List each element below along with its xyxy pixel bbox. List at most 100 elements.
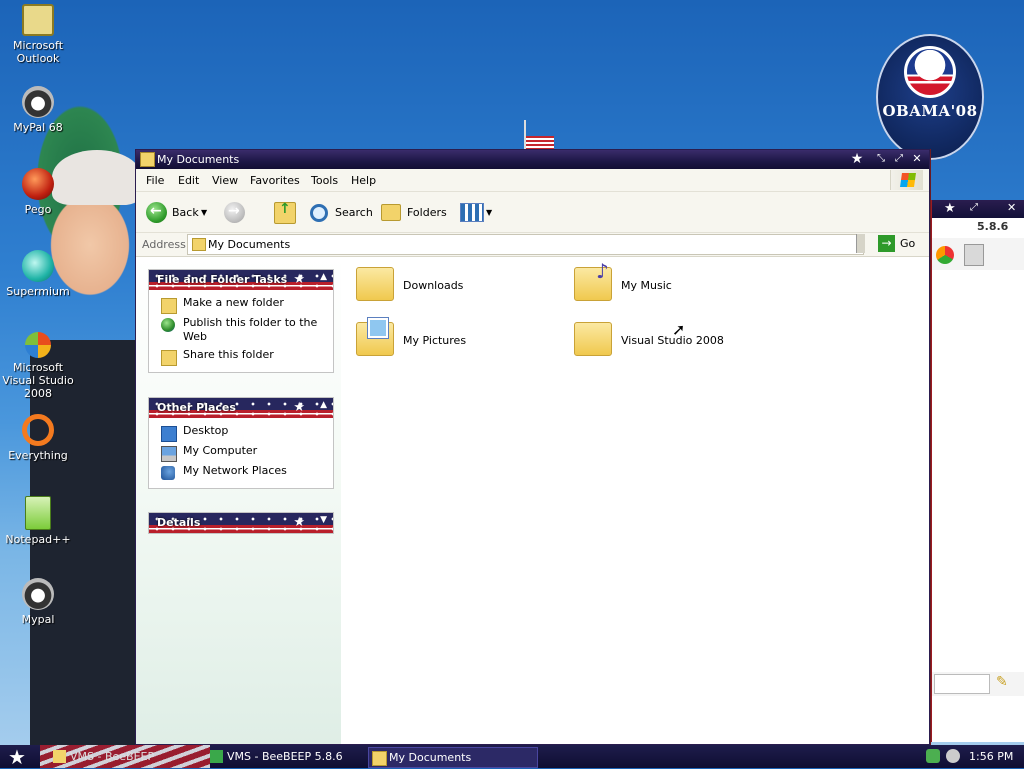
address-label: Address	[142, 238, 186, 251]
desktop-icon-visual-studio[interactable]: Microsoft Visual Studio 2008	[0, 332, 76, 400]
menu-edit[interactable]: Edit	[178, 174, 199, 187]
back-button[interactable]: Back	[172, 201, 199, 225]
computer-icon	[161, 446, 177, 462]
globe-icon	[161, 318, 175, 332]
campaign-badge-text: OBAMA'08	[882, 102, 978, 120]
maximize-button[interactable]: ⤢	[891, 151, 907, 167]
task-label: VMS - BeeBEEP 5.8.6	[227, 750, 343, 763]
explorer-window[interactable]: My Documents ★ ⤡ ⤢ ✕ File Edit View Favo…	[135, 149, 930, 745]
star-icon: ★	[293, 272, 305, 287]
folder-icon	[574, 322, 612, 356]
desktop-icon-label: Supermium	[6, 285, 70, 298]
close-button[interactable]: ✕	[909, 151, 925, 167]
everything-icon	[22, 414, 54, 446]
place-network[interactable]: My Network Places	[149, 464, 333, 484]
desktop-icon-pego[interactable]: Pego	[0, 168, 76, 216]
desktop-icon-notepadpp[interactable]: Notepad++	[0, 496, 76, 546]
task-make-folder[interactable]: Make a new folder	[149, 296, 333, 316]
go-label: Go	[900, 237, 916, 250]
window-title: My Documents	[157, 153, 240, 166]
close-icon[interactable]: ✕	[1007, 201, 1016, 214]
views-dropdown-icon[interactable]: ▼	[486, 201, 492, 225]
broom-icon[interactable]: ✎	[996, 674, 1008, 690]
mouse-cursor-icon: ➚	[672, 320, 686, 339]
task-label: Make a new folder	[183, 296, 284, 309]
window-titlebar[interactable]: My Documents ★ ⤡ ⤢ ✕	[136, 150, 929, 169]
campaign-logo-icon	[904, 46, 956, 98]
desktop-icon-supermium[interactable]: Supermium	[0, 250, 76, 298]
restore-icon[interactable]: ⤢	[970, 202, 978, 213]
taskbar-task-beebeep[interactable]: VMS - BeeBEEP 5.8.6	[207, 747, 377, 766]
tray-network-icon[interactable]	[926, 749, 940, 763]
folder-item-my-pictures[interactable]: My Pictures	[354, 318, 524, 364]
up-folder-icon[interactable]: ↑	[274, 201, 296, 224]
collapse-icon[interactable]: ▲	[320, 400, 327, 410]
outlook-icon	[22, 4, 54, 36]
back-dropdown-icon[interactable]: ▼	[201, 201, 207, 225]
go-button[interactable]: → Go	[878, 235, 922, 253]
task-share-folder[interactable]: Share this folder	[149, 348, 333, 368]
address-dropdown-icon[interactable]	[856, 234, 865, 253]
star-icon[interactable]: ★	[849, 151, 865, 167]
place-my-computer[interactable]: My Computer	[149, 444, 333, 464]
minimize-button[interactable]: ⤡	[873, 151, 889, 167]
search-icon[interactable]	[310, 204, 328, 222]
task-label: Share this folder	[183, 348, 274, 361]
trash-icon[interactable]	[964, 244, 984, 266]
flower-icon[interactable]	[936, 246, 954, 264]
start-star-icon[interactable]: ★	[8, 745, 26, 769]
place-label: My Computer	[183, 444, 258, 457]
panel-title: File and Folder Tasks	[157, 273, 288, 286]
expand-icon[interactable]: ▼	[320, 515, 327, 525]
search-button[interactable]: Search	[335, 201, 373, 225]
raccoon-icon	[22, 86, 54, 118]
taskbar-task-my-documents[interactable]: My Documents	[368, 747, 538, 768]
desktop-icon-label: MyPal 68	[13, 121, 63, 134]
forward-arrow-icon[interactable]: →	[224, 202, 245, 223]
menu-help[interactable]: Help	[351, 174, 376, 187]
clock[interactable]: 1:56 PM	[969, 750, 1013, 763]
address-bar: Address My Documents → Go	[136, 233, 929, 257]
background-window[interactable]: ★ ⤢ ✕ 5.8.6 ✎	[929, 200, 1024, 742]
collapse-icon[interactable]: ▲	[320, 272, 327, 282]
desktop-icon-mypal[interactable]: Mypal	[0, 578, 76, 626]
file-folder-tasks-header[interactable]: File and Folder Tasks ★ ▲	[149, 270, 333, 290]
folder-item-downloads[interactable]: Downloads	[354, 265, 524, 309]
place-desktop[interactable]: Desktop	[149, 424, 333, 444]
message-input[interactable]	[934, 674, 990, 694]
folder-item-my-music[interactable]: ♪ My Music	[572, 259, 742, 309]
taskbar-task-beebeep-a[interactable]: VMS - BeeBEEP	[50, 747, 220, 766]
task-label: VMS - BeeBEEP	[70, 750, 155, 763]
place-label: Desktop	[183, 424, 229, 437]
menu-tools[interactable]: Tools	[311, 174, 338, 187]
menu-favorites[interactable]: Favorites	[250, 174, 300, 187]
folder-icon	[192, 238, 206, 251]
desktop-icon-outlook[interactable]: Microsoft Outlook	[0, 4, 76, 65]
desktop-icon-everything[interactable]: Everything	[0, 414, 76, 462]
star-icon: ★	[293, 400, 305, 415]
desktop-icon-mypal68[interactable]: MyPal 68	[0, 86, 76, 134]
pego-icon	[22, 168, 54, 200]
item-label: Downloads	[403, 279, 464, 292]
music-note-icon: ♪	[596, 259, 609, 283]
menu-file[interactable]: File	[146, 174, 164, 187]
supermium-icon	[22, 250, 54, 282]
address-field[interactable]: My Documents	[187, 234, 865, 255]
task-publish-web[interactable]: Publish this folder to the Web	[149, 316, 333, 348]
back-arrow-icon[interactable]: ←	[146, 202, 167, 223]
vms-icon	[210, 750, 223, 763]
other-places-header[interactable]: Other Places ★ ▲	[149, 398, 333, 418]
desktop-icon-label: Mypal	[21, 613, 55, 626]
new-folder-icon	[161, 298, 177, 314]
folders-button[interactable]: Folders	[407, 201, 447, 225]
desktop-icon-label: Pego	[24, 203, 52, 216]
background-window-titlebar[interactable]: ★ ⤢ ✕	[932, 200, 1024, 218]
tray-raccoon-icon[interactable]	[946, 749, 960, 763]
folders-icon[interactable]	[381, 204, 401, 221]
desktop-icon-label: Microsoft Visual Studio 2008	[2, 361, 74, 400]
folder-item-visual-studio[interactable]: Visual Studio 2008	[572, 320, 742, 364]
views-icon[interactable]	[460, 203, 484, 222]
details-header[interactable]: Details ★ ▼	[149, 513, 333, 533]
menu-view[interactable]: View	[212, 174, 238, 187]
app-icon	[53, 750, 66, 763]
